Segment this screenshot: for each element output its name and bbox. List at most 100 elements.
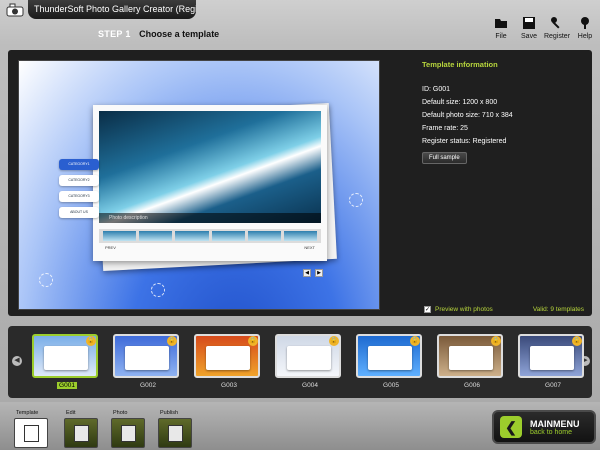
help-label: Help <box>577 33 593 40</box>
help-icon <box>581 17 589 29</box>
template-icon <box>14 418 48 448</box>
template-thumbnail: 🔒 <box>437 334 503 378</box>
publish-icon <box>158 418 192 448</box>
save-button[interactable]: Save <box>518 16 540 46</box>
lock-icon: 🔒 <box>410 336 420 346</box>
template-thumbnail: 🔒 <box>194 334 260 378</box>
key-icon <box>551 17 560 29</box>
preview-photo <box>99 111 321 223</box>
photo-icon-doc <box>121 425 136 442</box>
lock-icon: 🔒 <box>329 336 339 346</box>
preview-nav: PREV NEXT <box>99 245 321 253</box>
lock-icon: 🔒 <box>491 336 501 346</box>
nav-template-label: Template <box>16 410 39 416</box>
file-button[interactable]: File <box>490 16 512 46</box>
file-label: File <box>495 33 507 40</box>
preview-thumb <box>103 231 137 241</box>
step-number: STEP 1 <box>98 29 131 39</box>
camera-app-icon <box>6 3 24 17</box>
photo-caption: Photo description <box>99 213 321 223</box>
main-menu-text: MAINMENU back to home <box>530 419 580 436</box>
template-name: G006 <box>464 382 480 389</box>
preview-category: CATEGORY1 <box>59 159 99 170</box>
preview-thumb <box>283 231 318 241</box>
lock-icon: 🔒 <box>572 336 582 346</box>
help-button[interactable]: Help <box>574 16 596 46</box>
template-id: ID: G001 <box>422 86 451 93</box>
template-name: G003 <box>221 382 237 389</box>
template-thumbnail: 🔒 <box>518 334 584 378</box>
main-menu-button[interactable]: ❮ MAINMENU back to home <box>492 410 596 444</box>
preview-with-photos-label: Preview with photos <box>435 306 493 313</box>
template-thumb-frame <box>44 346 88 370</box>
nav-publish-label: Publish <box>160 410 179 416</box>
right-arrow-icon: ▶ <box>315 269 323 277</box>
main-panel: Photo description PREV NEXT ◀ ▶ CATEGORY… <box>8 50 592 316</box>
template-item[interactable]: 🔒 G003 <box>194 334 264 398</box>
scroll-left-button[interactable]: ◀ <box>12 356 22 366</box>
template-thumbnail: 🔒 <box>32 334 98 378</box>
default-size: Default size: 1200 x 800 <box>422 99 498 106</box>
flower-decoration <box>39 273 53 287</box>
preview-arrows: ◀ ▶ <box>303 269 323 277</box>
edit-icon <box>64 418 98 448</box>
template-thumbnail: 🔒 <box>275 334 341 378</box>
photo-icon <box>111 418 145 448</box>
left-arrow-icon: ◀ <box>303 269 311 277</box>
register-label: Register <box>543 33 571 40</box>
folder-icon <box>495 19 507 28</box>
template-thumbnail: 🔒 <box>356 334 422 378</box>
lock-icon: 🔒 <box>248 336 258 346</box>
template-item[interactable]: 🔒 G004 <box>275 334 345 398</box>
publish-icon-doc <box>168 425 183 442</box>
preview-thumb <box>211 231 245 241</box>
template-item[interactable]: 🔒 G002 <box>113 334 183 398</box>
template-name: G007 <box>545 382 561 389</box>
preview-thumb <box>175 231 209 241</box>
template-name: G001 <box>32 382 102 389</box>
full-sample-button[interactable]: Full sample <box>422 152 467 164</box>
template-thumb-frame <box>368 346 412 370</box>
template-strip: ◀ ▶ 🔒 G001 🔒 G002 🔒 G003 🔒 G004 🔒 G005 🔒… <box>8 326 592 398</box>
template-item[interactable]: 🔒 G006 <box>437 334 507 398</box>
save-icon <box>523 17 535 29</box>
template-preview: Photo description PREV NEXT ◀ ▶ CATEGORY… <box>18 60 380 310</box>
preview-prev: PREV <box>105 245 116 250</box>
save-label: Save <box>521 33 537 40</box>
template-item[interactable]: 🔒 G001 <box>32 334 102 398</box>
nav-edit-label: Edit <box>66 410 76 416</box>
lock-icon: 🔒 <box>167 336 177 346</box>
preview-next: NEXT <box>304 245 315 250</box>
preview-with-photos[interactable]: ✓ Preview with photos <box>424 306 493 313</box>
template-thumb-frame <box>449 346 493 370</box>
lock-icon: 🔒 <box>86 336 96 346</box>
preview-category: ABOUT US <box>59 207 99 218</box>
frame-rate: Frame rate: 25 <box>422 125 468 132</box>
register-button[interactable]: Register <box>543 16 571 46</box>
preview-thumb <box>139 231 173 241</box>
preview-thumbnails <box>99 229 321 243</box>
window-title: ThunderSoft Photo Gallery Creator (Regis… <box>28 0 196 19</box>
nav-photo-label: Photo <box>113 410 128 416</box>
template-name: G004 <box>302 382 318 389</box>
main-menu-title: MAINMENU <box>530 418 580 429</box>
template-name: G002 <box>140 382 156 389</box>
app-window: ThunderSoft Photo Gallery Creator (Regis… <box>0 0 600 450</box>
template-id-label: G001 <box>57 382 77 389</box>
back-arrow-icon: ❮ <box>500 416 522 438</box>
template-thumb-frame <box>206 346 250 370</box>
toolbar: File Save Register Help <box>490 16 596 46</box>
default-photo-size: Default photo size: 710 x 384 <box>422 112 513 119</box>
template-icon-doc <box>24 425 39 442</box>
preview-thumb <box>247 231 281 241</box>
step-header: STEP 1 Choose a template <box>98 29 219 39</box>
template-thumbnail: 🔒 <box>113 334 179 378</box>
template-item[interactable]: 🔒 G005 <box>356 334 426 398</box>
preview-with-photos-checkbox[interactable]: ✓ <box>424 306 431 313</box>
template-info: Template information ID: G001 Default si… <box>422 60 587 164</box>
valid-templates-count: Valid: 9 templates <box>532 306 584 313</box>
flower-decoration <box>151 283 165 297</box>
register-status: Register status: Registered <box>422 138 507 145</box>
template-thumb-frame <box>125 346 169 370</box>
template-item[interactable]: 🔒 G007 <box>518 334 588 398</box>
